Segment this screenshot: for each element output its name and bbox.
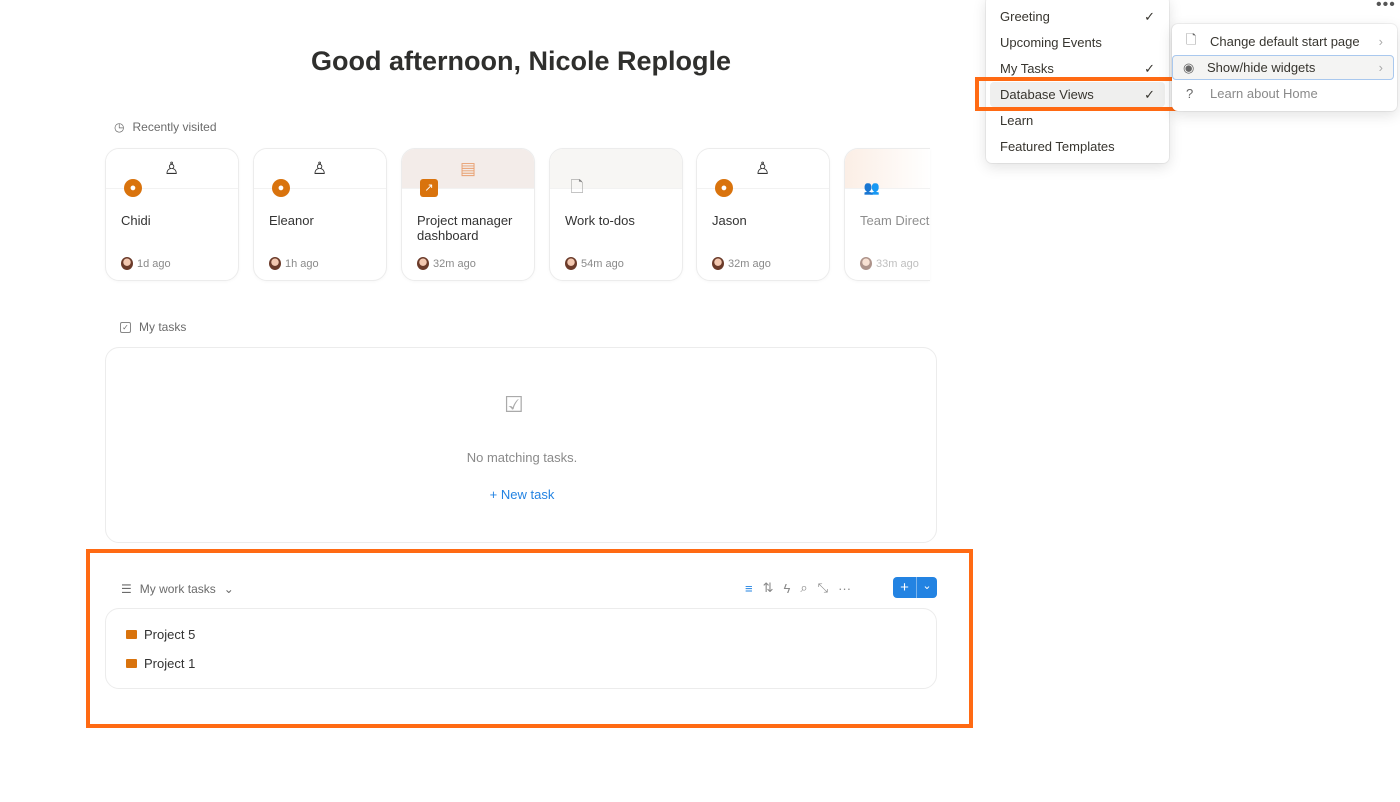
widget-toggle-item[interactable]: Greeting ✓ [990, 4, 1165, 29]
person-icon: ● [272, 179, 290, 197]
list-icon: ☰ [121, 582, 132, 596]
more-options-icon[interactable]: ••• [1376, 0, 1396, 14]
list-item[interactable]: Project 1 [126, 656, 195, 671]
plus-icon: + [489, 487, 501, 502]
avatar [417, 257, 429, 270]
recent-page-card[interactable]: 🗋 Work to-dos 54m ago [549, 148, 683, 281]
eye-icon: ◉ [1183, 59, 1195, 75]
filter-icon[interactable]: ≡ [745, 581, 753, 596]
sort-icon[interactable]: ⇅ [763, 580, 774, 596]
dashboard-illustration-icon: ▤ [460, 159, 477, 178]
automation-icon[interactable]: ϟ [784, 581, 791, 596]
person-icon: ● [715, 179, 733, 197]
recently-visited-header: ◷ Recently visited [114, 120, 217, 134]
user-illustration-icon: ♙ [755, 159, 771, 178]
avatar [269, 257, 281, 270]
checkmark-icon: ✓ [1144, 60, 1155, 76]
empty-tasks-icon: ☑ [504, 392, 524, 417]
chart-icon: ↗ [420, 179, 438, 197]
recent-page-card[interactable]: ♙ ● Chidi 1d ago [105, 148, 239, 281]
chevron-right-icon: › [1378, 60, 1383, 75]
more-icon[interactable]: ··· [838, 581, 851, 596]
person-icon: ● [124, 179, 142, 197]
options-menu: 🗋 Change default start page › ◉ Show/hide wi… [1172, 24, 1397, 111]
my-tasks-widget: ☑ No matching tasks. + New task [105, 347, 937, 543]
options-menu-item[interactable]: ? Learn about Home [1176, 81, 1393, 106]
recent-page-card[interactable]: 👥Team Directory33m ago [844, 148, 930, 281]
clock-icon: ◷ [114, 120, 125, 134]
database-view-selector[interactable]: ☰ My work tasks ⌄ [121, 582, 234, 596]
options-menu-item[interactable]: 🗋 Change default start page › [1176, 29, 1393, 54]
search-icon[interactable]: ⌕ [800, 580, 807, 596]
avatar [712, 257, 724, 270]
plus-icon: + [893, 577, 917, 598]
highlight-box [975, 77, 1178, 111]
checkmark-icon: ✓ [1144, 8, 1155, 24]
folder-icon [126, 630, 137, 639]
avatar [121, 257, 133, 270]
help-icon: ? [1186, 86, 1194, 101]
my-tasks-header: ✓ My tasks [120, 320, 186, 334]
chevron-down-icon[interactable]: ⌄ [917, 577, 937, 598]
avatar [565, 257, 577, 270]
chevron-down-icon: ⌄ [223, 582, 234, 596]
folder-icon [126, 659, 137, 668]
new-item-button[interactable]: + ⌄ [893, 577, 937, 598]
recent-page-card[interactable]: ♙ ● Jason 32m ago [696, 148, 830, 281]
avatar [860, 257, 872, 270]
database-list: Project 5 Project 1 [105, 608, 937, 689]
document-icon: 🗋 [570, 179, 584, 196]
expand-icon[interactable]: ⤡ [818, 580, 828, 596]
new-task-button[interactable]: + New task [106, 487, 938, 502]
chevron-right-icon: › [1378, 34, 1383, 49]
page-title: Good afternoon, Nicole Replogle [310, 46, 732, 76]
database-toolbar: ≡ ⇅ ϟ ⌕ ⤡ ··· [745, 580, 851, 596]
document-icon: 🗋 [1186, 31, 1197, 47]
empty-state-text: No matching tasks. [466, 450, 578, 465]
widget-toggle-item[interactable]: Featured Templates [990, 134, 1165, 159]
recent-page-card[interactable]: ▤ ↗ Project manager dashboard 32m ago [401, 148, 535, 281]
team-icon: 👥 [863, 180, 881, 195]
recent-page-card[interactable]: ♙ ● Eleanor 1h ago [253, 148, 387, 281]
checkbox-icon: ✓ [120, 321, 131, 333]
list-item[interactable]: Project 5 [126, 627, 195, 642]
user-illustration-icon: ♙ [312, 159, 328, 178]
options-menu-item[interactable]: ◉ Show/hide widgets › [1172, 55, 1394, 80]
widget-toggle-item[interactable]: Upcoming Events [990, 30, 1165, 55]
widget-toggle-item[interactable]: Learn [990, 108, 1165, 133]
user-illustration-icon: ♙ [164, 159, 180, 178]
